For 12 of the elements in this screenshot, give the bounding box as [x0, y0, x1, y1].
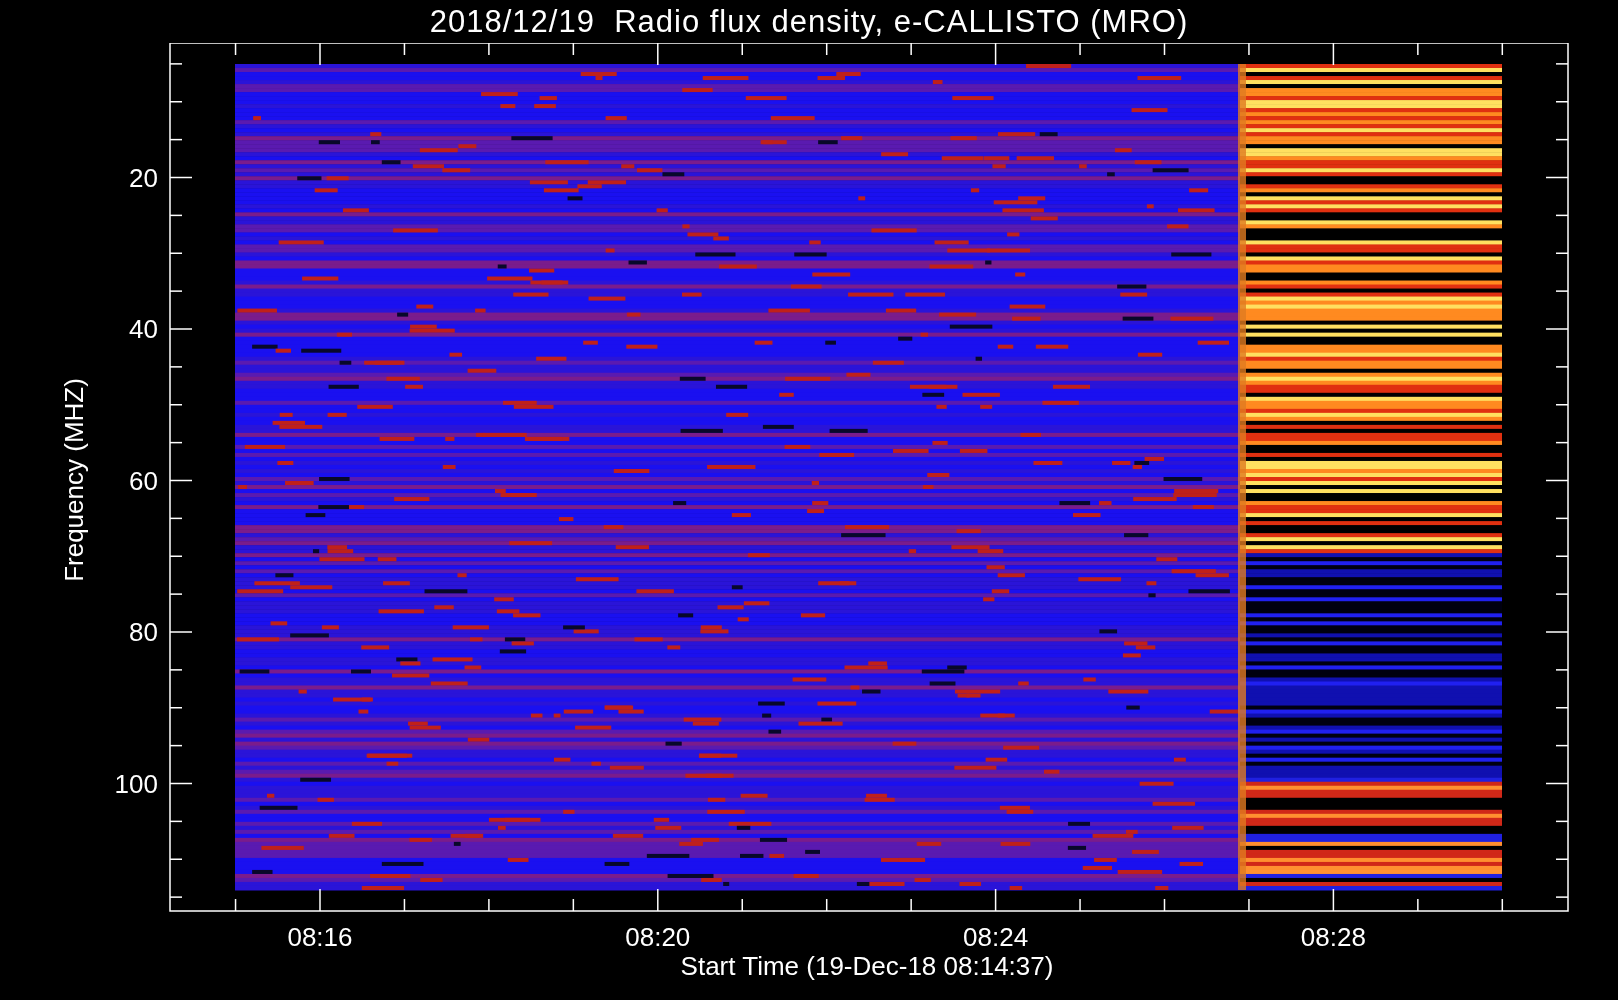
tick-label: 100: [114, 768, 158, 799]
tick-label: 08:16: [287, 922, 353, 952]
chart-title: 2018/12/19 Radio flux density, e-CALLISTO (MRO): [428, 2, 1190, 41]
tick-label: 40: [129, 314, 158, 344]
tick-label: 20: [129, 162, 158, 193]
tick-label: 08:28: [1300, 922, 1366, 952]
tick-label: 08:20: [625, 922, 691, 952]
tick-label: 80: [129, 617, 158, 647]
tick-label: 08:24: [963, 922, 1029, 952]
x-axis-label: Start Time (19-Dec-18 08:14:37): [680, 951, 1054, 981]
y-axis-label: Frequency (MHZ): [59, 378, 89, 582]
tick-label: 60: [129, 465, 158, 496]
